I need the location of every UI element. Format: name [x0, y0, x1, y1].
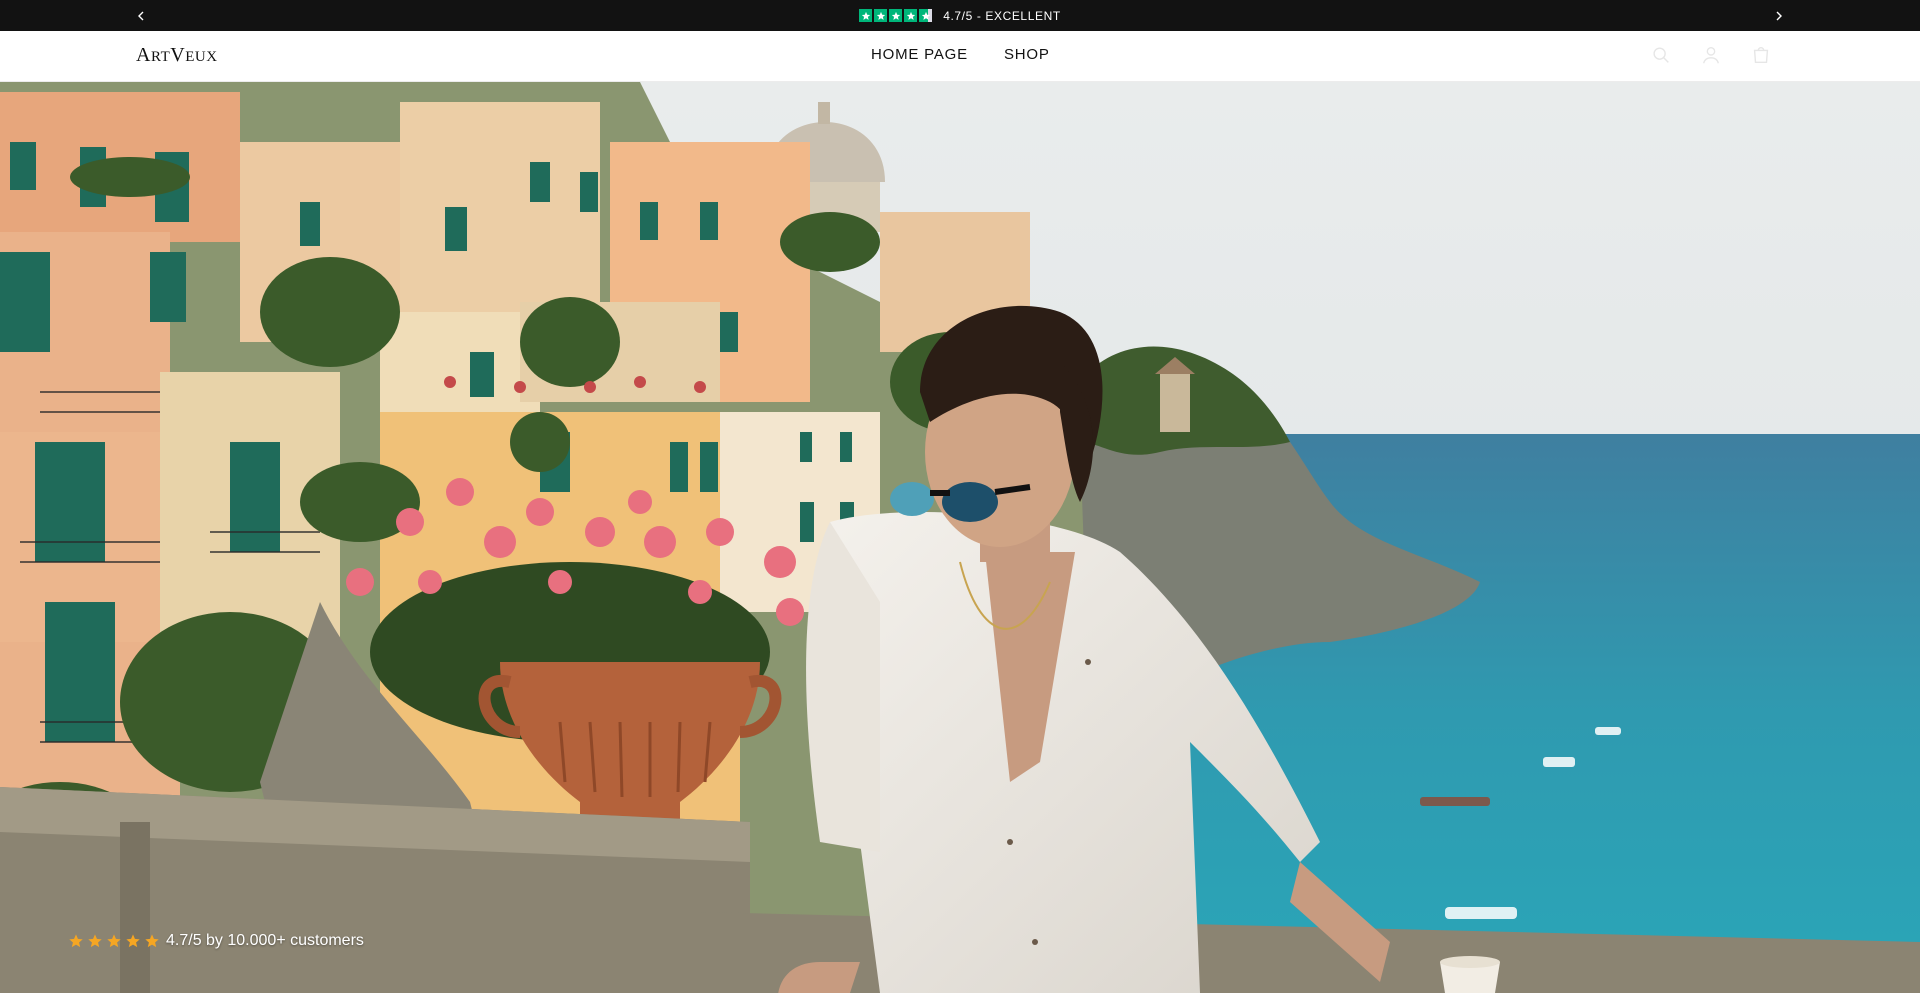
trustpilot-star-icon [919, 9, 933, 22]
nav-home-page[interactable]: HOME PAGE [871, 46, 968, 63]
nav-shop[interactable]: SHOP [1004, 46, 1050, 63]
account-icon[interactable] [1700, 43, 1722, 67]
trustpilot-stars [859, 9, 933, 22]
rating-stars [68, 933, 160, 949]
main-nav: HOME PAGE SHOP [871, 46, 1050, 63]
header-icons [1650, 43, 1772, 67]
star-icon [126, 934, 140, 948]
star-icon [88, 934, 102, 948]
chevron-left-icon[interactable] [125, 0, 156, 31]
rating-text: 4.7/5 by 10.000+ customers [166, 932, 364, 949]
trustpilot-star-icon [859, 9, 873, 22]
cart-icon[interactable] [1750, 43, 1772, 67]
hero-rating: 4.7/5 by 10.000+ customers [68, 932, 364, 950]
site-logo[interactable]: ARTVEUX [136, 44, 218, 67]
site-header: ARTVEUX HOME PAGE SHOP [0, 31, 1920, 82]
announcement-rating-text: 4.7/5 - EXCELLENT [943, 8, 1061, 23]
search-icon[interactable] [1650, 43, 1672, 67]
trustpilot-star-icon [874, 9, 888, 22]
trustpilot-star-icon [904, 9, 918, 22]
star-icon [145, 934, 159, 948]
hero-image [0, 82, 1920, 993]
chevron-right-icon[interactable] [1763, 0, 1794, 31]
announcement-bar: 4.7/5 - EXCELLENT [0, 0, 1920, 31]
star-icon [69, 934, 83, 948]
star-icon [107, 934, 121, 948]
hero-banner[interactable]: 4.7/5 by 10.000+ customers [0, 82, 1920, 993]
trustpilot-star-icon [889, 9, 903, 22]
